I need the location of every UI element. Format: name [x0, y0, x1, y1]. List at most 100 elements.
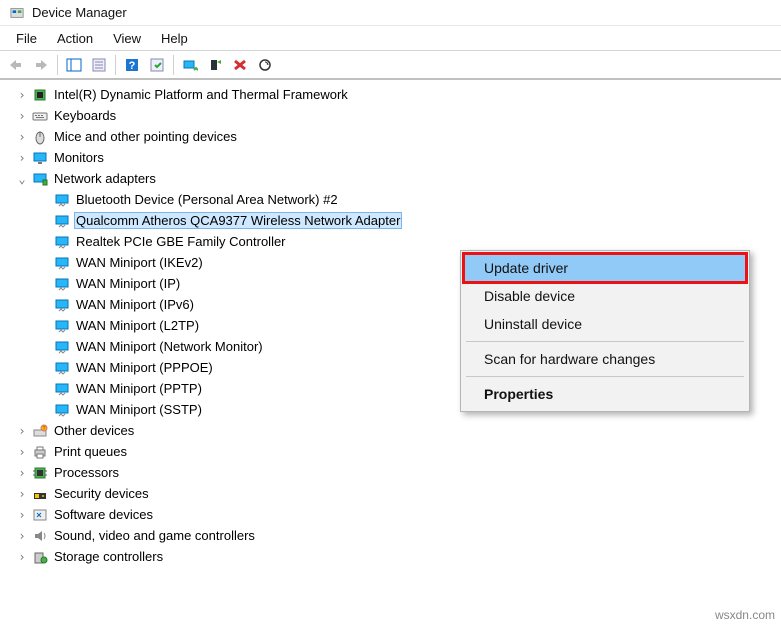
uninstall-button[interactable] [228, 54, 252, 76]
expand-icon[interactable]: › [16, 130, 28, 144]
separator [57, 55, 58, 75]
menu-file[interactable]: File [6, 29, 47, 48]
expand-icon[interactable]: › [16, 508, 28, 522]
tree-item[interactable]: › Print queues [4, 441, 777, 462]
tree-item[interactable]: Qualcomm Atheros QCA9377 Wireless Networ… [4, 210, 777, 231]
sound-icon [32, 528, 48, 544]
tree-item-label: Intel(R) Dynamic Platform and Thermal Fr… [52, 86, 350, 103]
expand-icon[interactable]: › [16, 109, 28, 123]
net-icon [54, 213, 70, 229]
net-icon [54, 297, 70, 313]
expand-icon[interactable]: › [16, 151, 28, 165]
tree-item-label: Monitors [52, 149, 106, 166]
menu-separator [466, 376, 744, 377]
context-menu-item[interactable]: Uninstall device [464, 310, 746, 338]
action-button[interactable] [145, 54, 169, 76]
tree-item-label: Processors [52, 464, 121, 481]
menu-action[interactable]: Action [47, 29, 103, 48]
printer-icon [32, 444, 48, 460]
tree-item-label: WAN Miniport (PPTP) [74, 380, 204, 397]
context-menu-item[interactable]: Scan for hardware changes [464, 345, 746, 373]
tree-item[interactable]: › Keyboards [4, 105, 777, 126]
separator [115, 55, 116, 75]
net-icon [54, 192, 70, 208]
monitor-icon [32, 150, 48, 166]
tree-item[interactable]: › Sound, video and game controllers [4, 525, 777, 546]
toolbar: ? [0, 50, 781, 80]
update-driver-button[interactable] [178, 54, 202, 76]
cpu-icon [32, 465, 48, 481]
tree-item-label: WAN Miniport (L2TP) [74, 317, 201, 334]
tree-item[interactable]: › Other devices [4, 420, 777, 441]
tree-item-label: Network adapters [52, 170, 158, 187]
tree-item-label: WAN Miniport (IPv6) [74, 296, 196, 313]
expand-icon[interactable]: › [16, 445, 28, 459]
net-icon [54, 255, 70, 271]
expand-icon[interactable]: › [16, 550, 28, 564]
tree-item[interactable]: › Security devices [4, 483, 777, 504]
tree-item-label: Qualcomm Atheros QCA9377 Wireless Networ… [74, 212, 402, 229]
watermark: wsxdn.com [715, 608, 775, 622]
tree-item[interactable]: › Intel(R) Dynamic Platform and Thermal F… [4, 84, 777, 105]
menubar: File Action View Help [0, 26, 781, 50]
storage-icon [32, 549, 48, 565]
menu-separator [466, 341, 744, 342]
properties-button[interactable] [87, 54, 111, 76]
net-icon [54, 234, 70, 250]
expand-icon[interactable]: › [16, 529, 28, 543]
tree-item-label: Keyboards [52, 107, 118, 124]
security-icon [32, 486, 48, 502]
back-button[interactable] [4, 54, 28, 76]
context-menu-item[interactable]: Properties [464, 380, 746, 408]
tree-item-label: Sound, video and game controllers [52, 527, 257, 544]
tree-item-label: Other devices [52, 422, 136, 439]
tree-item-label: Mice and other pointing devices [52, 128, 239, 145]
keyboard-icon [32, 108, 48, 124]
expand-icon[interactable]: › [16, 424, 28, 438]
tree-item-label: Realtek PCIe GBE Family Controller [74, 233, 288, 250]
net-icon [54, 339, 70, 355]
net-icon [54, 360, 70, 376]
software-icon [32, 507, 48, 523]
tree-item[interactable]: Bluetooth Device (Personal Area Network)… [4, 189, 777, 210]
tree-item-label: Security devices [52, 485, 151, 502]
netadapter-icon [32, 171, 48, 187]
tree-item[interactable]: › Storage controllers [4, 546, 777, 567]
expand-icon[interactable]: › [16, 88, 28, 102]
tree-item-label: WAN Miniport (SSTP) [74, 401, 204, 418]
other-icon [32, 423, 48, 439]
collapse-icon[interactable]: ⌄ [16, 172, 28, 186]
chip-icon [32, 87, 48, 103]
expand-icon[interactable]: › [16, 466, 28, 480]
tree-item-label: Bluetooth Device (Personal Area Network)… [74, 191, 340, 208]
net-icon [54, 318, 70, 334]
context-menu-item[interactable]: Update driver [464, 254, 746, 282]
expand-icon[interactable]: › [16, 487, 28, 501]
tree-item-label: Print queues [52, 443, 129, 460]
titlebar: Device Manager [0, 0, 781, 26]
context-menu-item[interactable]: Disable device [464, 282, 746, 310]
separator [173, 55, 174, 75]
net-icon [54, 276, 70, 292]
tree-item[interactable]: ›Software devices [4, 504, 777, 525]
tree-item[interactable]: ⌄ Network adapters [4, 168, 777, 189]
tree-item-label: WAN Miniport (PPPOE) [74, 359, 215, 376]
show-hide-console-button[interactable] [62, 54, 86, 76]
net-icon [54, 402, 70, 418]
tree-item[interactable]: Realtek PCIe GBE Family Controller [4, 231, 777, 252]
tree-item-label: Storage controllers [52, 548, 165, 565]
tree-item[interactable]: › Mice and other pointing devices [4, 126, 777, 147]
menu-view[interactable]: View [103, 29, 151, 48]
tree-item-label: WAN Miniport (IKEv2) [74, 254, 205, 271]
enable-device-button[interactable] [203, 54, 227, 76]
help-button[interactable]: ? [120, 54, 144, 76]
forward-button[interactable] [29, 54, 53, 76]
tree-item[interactable]: › Processors [4, 462, 777, 483]
svg-text:?: ? [129, 60, 136, 72]
mouse-icon [32, 129, 48, 145]
scan-hardware-button[interactable] [253, 54, 277, 76]
menu-help[interactable]: Help [151, 29, 198, 48]
tree-item[interactable]: › Monitors [4, 147, 777, 168]
window-title: Device Manager [32, 5, 127, 20]
tree-item-label: WAN Miniport (IP) [74, 275, 182, 292]
